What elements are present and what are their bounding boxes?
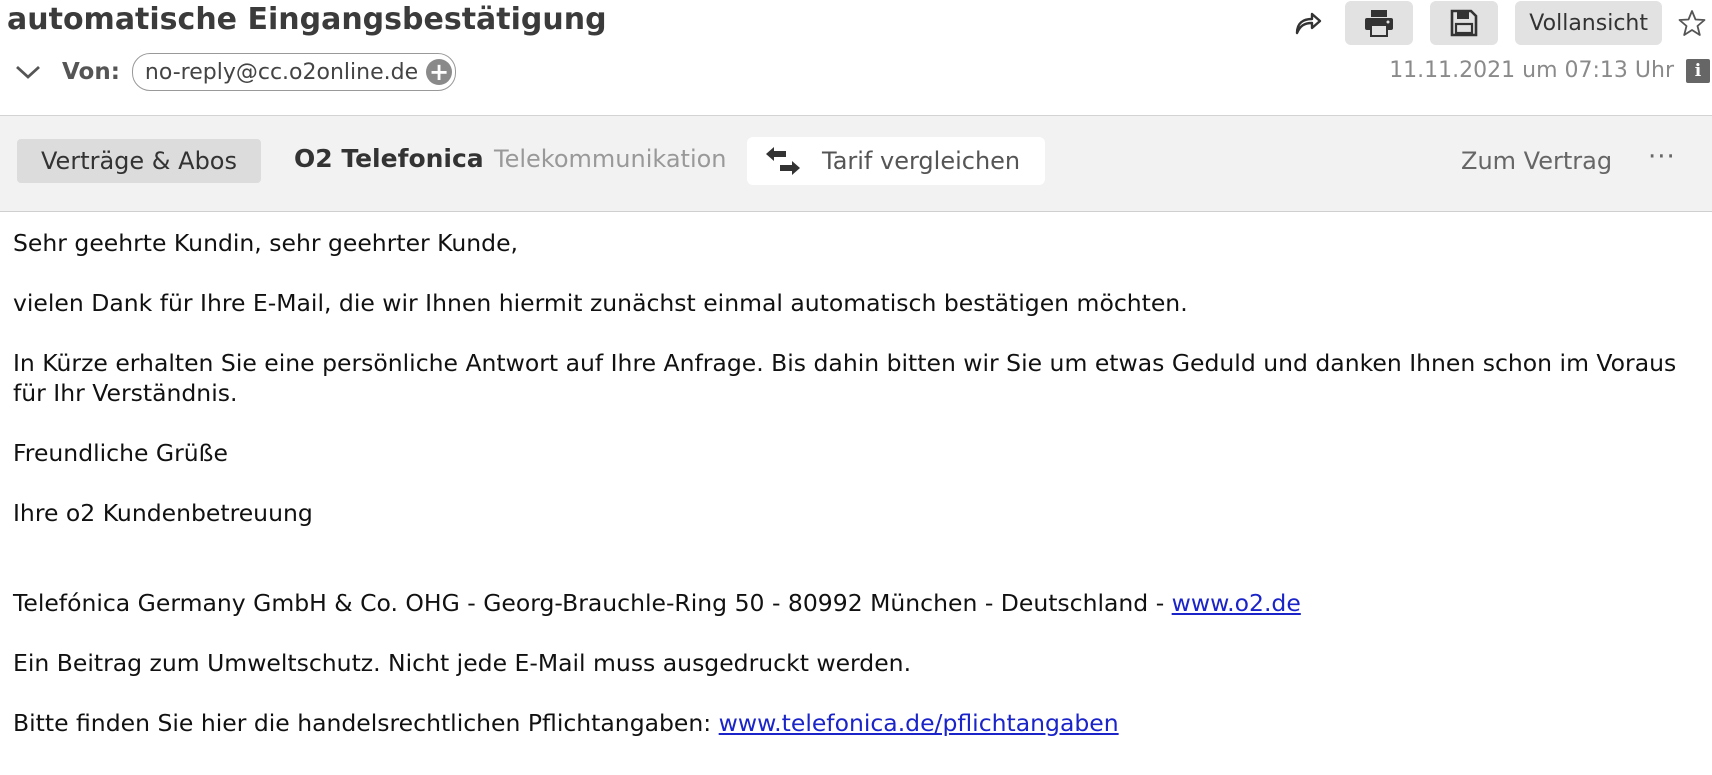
compare-tariff-label: Tarif vergleichen — [822, 147, 1021, 175]
print-button[interactable] — [1345, 1, 1414, 45]
info-icon[interactable]: i — [1686, 58, 1710, 83]
legal-link[interactable]: www.telefonica.de/pflichtangaben — [719, 709, 1119, 737]
email-header: automatische Eingangsbestätigung Vollans… — [0, 0, 1712, 116]
closing: Freundliche Grüße — [13, 439, 228, 467]
save-icon — [1450, 9, 1478, 37]
chevron-down-icon[interactable] — [14, 53, 42, 91]
body-paragraph-1: vielen Dank für Ihre E-Mail, die wir Ihn… — [13, 289, 1188, 317]
fullview-button[interactable]: Vollansicht — [1515, 1, 1662, 45]
footer-legal-text: Bitte finden Sie hier die handelsrechtli… — [13, 709, 719, 737]
industry-label: Telekommunikation — [494, 145, 727, 173]
contract-bar: Verträge & Abos O2 Telefonica Telekommun… — [0, 116, 1712, 212]
from-label: Von: — [62, 59, 120, 85]
footer-address-text: Telefónica Germany GmbH & Co. OHG - Geor… — [13, 589, 1172, 617]
print-icon — [1365, 10, 1394, 37]
company-name: O2 Telefonica — [294, 144, 484, 173]
add-contact-icon[interactable]: + — [426, 59, 453, 85]
email-toolbar: Vollansicht — [1288, 0, 1712, 46]
footer-environment: Ein Beitrag zum Umweltschutz. Nicht jede… — [13, 649, 912, 677]
forward-icon[interactable] — [1288, 1, 1328, 45]
from-row: Von: no-reply@cc.o2online.de + — [14, 53, 457, 91]
sender-address: no-reply@cc.o2online.de — [144, 59, 419, 85]
save-button[interactable] — [1430, 1, 1499, 45]
compare-arrows-icon — [764, 144, 804, 178]
email-date: 11.11.2021 um 07:13 Uhr — [1389, 58, 1674, 83]
footer-legal: Bitte finden Sie hier die handelsrechtli… — [13, 708, 1703, 738]
body-paragraph-2: In Kürze erhalten Sie eine persönliche A… — [13, 349, 1677, 407]
contract-link[interactable]: Zum Vertrag — [1461, 147, 1612, 175]
star-icon[interactable] — [1672, 1, 1712, 45]
email-subject: automatische Eingangsbestätigung — [7, 2, 607, 37]
signature: Ihre o2 Kundenbetreuung — [13, 499, 313, 527]
email-body: Sehr geehrte Kundin, sehr geehrter Kunde… — [13, 228, 1703, 738]
sender-chip[interactable]: no-reply@cc.o2online.de + — [131, 53, 457, 91]
greeting: Sehr geehrte Kundin, sehr geehrter Kunde… — [13, 229, 519, 257]
compare-tariff-button[interactable]: Tarif vergleichen — [747, 137, 1045, 185]
more-options-icon[interactable]: ··· — [1648, 142, 1676, 172]
category-button[interactable]: Verträge & Abos — [17, 139, 261, 183]
footer-address: Telefónica Germany GmbH & Co. OHG - Geor… — [13, 588, 1703, 618]
o2-link[interactable]: www.o2.de — [1172, 589, 1301, 617]
date-row: 11.11.2021 um 07:13 Uhr i — [1389, 58, 1712, 83]
